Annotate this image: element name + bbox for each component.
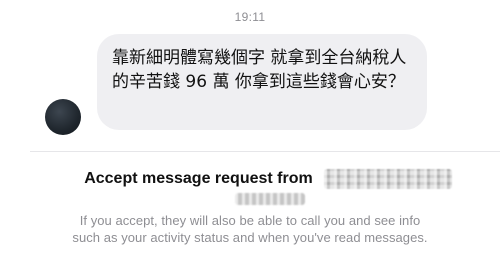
- section-divider: [30, 151, 500, 152]
- message-request-info: If you accept, they will also be able to…: [0, 212, 500, 246]
- redacted-sender-name-continued: [235, 193, 305, 205]
- message-request-info-line: such as your activity status and when yo…: [72, 230, 428, 245]
- message-request-info-line: If you accept, they will also be able to…: [79, 213, 421, 228]
- redacted-sender-name: [323, 168, 452, 189]
- message-request-header: Accept message request from: [0, 168, 500, 189]
- message-text: 靠新細明體寫幾個字 就拿到全台納稅人的辛苦錢 96 萬 你拿到這些錢會心安？: [112, 48, 407, 92]
- incoming-message-bubble[interactable]: 靠新細明體寫幾個字 就拿到全台納稅人的辛苦錢 96 萬 你拿到這些錢會心安？: [97, 34, 427, 130]
- message-timestamp: 19:11: [234, 10, 266, 24]
- sender-avatar[interactable]: [45, 99, 81, 135]
- message-request-title: Accept message request from: [84, 169, 313, 187]
